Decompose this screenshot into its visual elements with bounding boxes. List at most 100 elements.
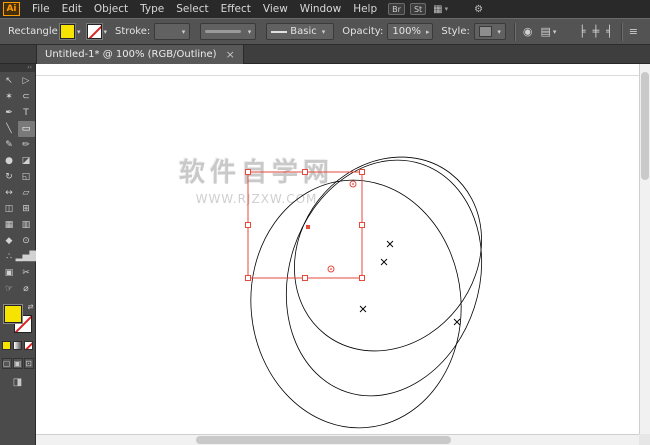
lasso-tool[interactable]: ⊂ (18, 89, 35, 105)
recolor-artwork-icon[interactable]: ◉ (523, 25, 533, 38)
mesh-tool[interactable]: ▦ (1, 217, 18, 233)
width-tool[interactable]: ↔ (1, 185, 18, 201)
tools-grid: ↖ ▷ ✶ ⊂ ✒ T ╲ ▭ ✎ ✏ ● ◪ ↻ ◱ ↔ ▱ ◫ ⊞ ▦ ▥ ◆ ⊙ ∴ ▂▅█ ▣ ✂ ☞ ⌀ (1, 73, 37, 297)
selection-handle[interactable] (245, 169, 251, 175)
column-graph-tool[interactable]: ▂▅█ (16, 249, 37, 265)
eraser-tool[interactable]: ◪ (18, 153, 35, 169)
style-dropdown[interactable]: ▾ (473, 23, 506, 40)
hand-tool[interactable]: ☞ (1, 281, 18, 297)
chevron-down-icon[interactable]: ▾ (104, 28, 108, 36)
center-x-mark (453, 318, 461, 326)
horizontal-scrollbar-thumb[interactable] (196, 436, 451, 444)
brush-definition-dropdown[interactable]: ▾ (200, 23, 257, 40)
pencil-tool[interactable]: ✏ (18, 137, 35, 153)
fill-swatch[interactable] (3, 305, 22, 323)
arrange-documents-icon[interactable]: ▦ (433, 4, 442, 15)
st-button[interactable]: St (409, 3, 427, 15)
chevron-down-icon[interactable]: ▾ (445, 5, 449, 13)
color-button[interactable] (2, 341, 11, 350)
menu-object[interactable]: Object (88, 0, 134, 18)
selection-handle[interactable] (302, 275, 308, 281)
align-center-icon[interactable]: ╪ (593, 25, 600, 38)
anchor-ring-dot (352, 183, 354, 185)
none-button[interactable] (24, 341, 33, 350)
draw-behind-button[interactable]: ▣ (12, 358, 23, 369)
br-button[interactable]: Br (388, 3, 405, 15)
menu-file[interactable]: File (26, 0, 56, 18)
stroke-color-control[interactable]: ▾ (86, 24, 108, 39)
drawing-modes-row: ▢ ▣ ⊡ (1, 358, 34, 369)
rectangle-tool[interactable]: ▭ (17, 121, 35, 137)
center-x-mark (380, 258, 388, 266)
artwork-layer[interactable] (36, 64, 639, 434)
swap-fill-stroke-icon[interactable]: ⇄ (28, 303, 34, 311)
selection-handle[interactable] (302, 169, 308, 175)
opacity-dropdown[interactable]: 100% ▸ (387, 23, 434, 40)
color-mode-row (2, 341, 33, 350)
document-setup-icon[interactable]: ▤ ▾ (540, 25, 556, 38)
selection-handle[interactable] (359, 169, 365, 175)
selection-handle[interactable] (245, 275, 251, 281)
selection-tool[interactable]: ↖ (1, 73, 18, 89)
vertical-scrollbar[interactable] (639, 64, 650, 434)
menu-help[interactable]: Help (347, 0, 383, 18)
workspace-switcher-icon[interactable]: ⚙ (474, 4, 483, 15)
line-tool[interactable]: ╲ (1, 121, 18, 137)
blend-tool[interactable]: ⊙ (18, 233, 35, 249)
menu-type[interactable]: Type (134, 0, 170, 18)
menu-edit[interactable]: Edit (56, 0, 88, 18)
selection-bbox[interactable] (247, 171, 363, 279)
stroke-color-swatch[interactable] (86, 24, 102, 39)
flyout-right-icon: ▸ (425, 27, 430, 36)
screen-mode-button[interactable]: ◨ (13, 377, 22, 388)
magic-wand-tool[interactable]: ✶ (1, 89, 18, 105)
selection-handle[interactable] (359, 222, 365, 228)
pen-tool[interactable]: ✒ (1, 105, 18, 121)
slice-tool[interactable]: ✂ (18, 265, 35, 281)
fill-color-swatch[interactable] (60, 24, 75, 39)
width-profile-dropdown[interactable]: Basic ▾ (266, 23, 335, 40)
blob-brush-tool[interactable]: ● (1, 153, 18, 169)
gradient-tool[interactable]: ▥ (18, 217, 35, 233)
tools-panel: ‹‹ ↖ ▷ ✶ ⊂ ✒ T ╲ ▭ ✎ ✏ ● ◪ ↻ ◱ ↔ ▱ ◫ ⊞ ▦ ▥ ◆ ⊙ ∴ ▂▅█ ▣ ✂ ☞ ⌀ ⇄ ▢ ▣ … (0, 64, 36, 445)
rotate-tool[interactable]: ↻ (1, 169, 18, 185)
draw-normal-button[interactable]: ▢ (1, 358, 12, 369)
anchor-ring-dot (330, 268, 332, 270)
chevron-down-icon[interactable]: ▾ (77, 28, 81, 36)
horizontal-scrollbar[interactable] (36, 434, 639, 445)
stroke-label: Stroke: (115, 26, 151, 37)
zoom-tool[interactable]: ⌀ (18, 281, 35, 297)
menu-effect[interactable]: Effect (215, 0, 257, 18)
eyedropper-tool[interactable]: ◆ (1, 233, 18, 249)
align-cluster: ╞ ╪ ╡ ≡ (572, 22, 644, 41)
selection-handle[interactable] (359, 275, 365, 281)
close-icon[interactable]: × (226, 49, 235, 60)
scale-tool[interactable]: ◱ (18, 169, 35, 185)
gradient-button[interactable] (13, 341, 22, 350)
artboard-tool[interactable]: ▣ (1, 265, 18, 281)
shape-builder-tool[interactable]: ◫ (1, 201, 18, 217)
style-label: Style: (441, 26, 470, 37)
canvas-area[interactable]: 软件自学网 WWW.RJZXW.COM (36, 64, 650, 445)
vertical-scrollbar-thumb[interactable] (641, 72, 649, 180)
selection-handle[interactable] (245, 222, 251, 228)
type-tool[interactable]: T (18, 105, 35, 121)
draw-inside-button[interactable]: ⊡ (23, 358, 34, 369)
ellipse-outline[interactable] (256, 119, 520, 388)
document-tab[interactable]: Untitled-1* @ 100% (RGB/Outline) × (36, 45, 244, 64)
perspective-grid-tool[interactable]: ⊞ (18, 201, 35, 217)
menu-select[interactable]: Select (170, 0, 214, 18)
align-left-icon[interactable]: ╞ (579, 25, 586, 38)
menu-window[interactable]: Window (294, 0, 347, 18)
free-transform-tool[interactable]: ▱ (18, 185, 35, 201)
panel-menu-icon[interactable]: ≡ (629, 25, 638, 38)
paintbrush-tool[interactable]: ✎ (1, 137, 18, 153)
collapse-panel-icon[interactable]: ‹‹ (0, 64, 35, 72)
selection-center-point (306, 225, 310, 229)
align-right-icon[interactable]: ╡ (606, 25, 613, 38)
menu-view[interactable]: View (257, 0, 294, 18)
stroke-weight-dropdown[interactable]: ▾ (154, 23, 191, 40)
illustrator-window: Ai File Edit Object Type Select Effect View Win… (0, 0, 650, 445)
direct-selection-tool[interactable]: ▷ (18, 73, 35, 89)
fill-color-control[interactable]: ▾ (60, 24, 81, 39)
